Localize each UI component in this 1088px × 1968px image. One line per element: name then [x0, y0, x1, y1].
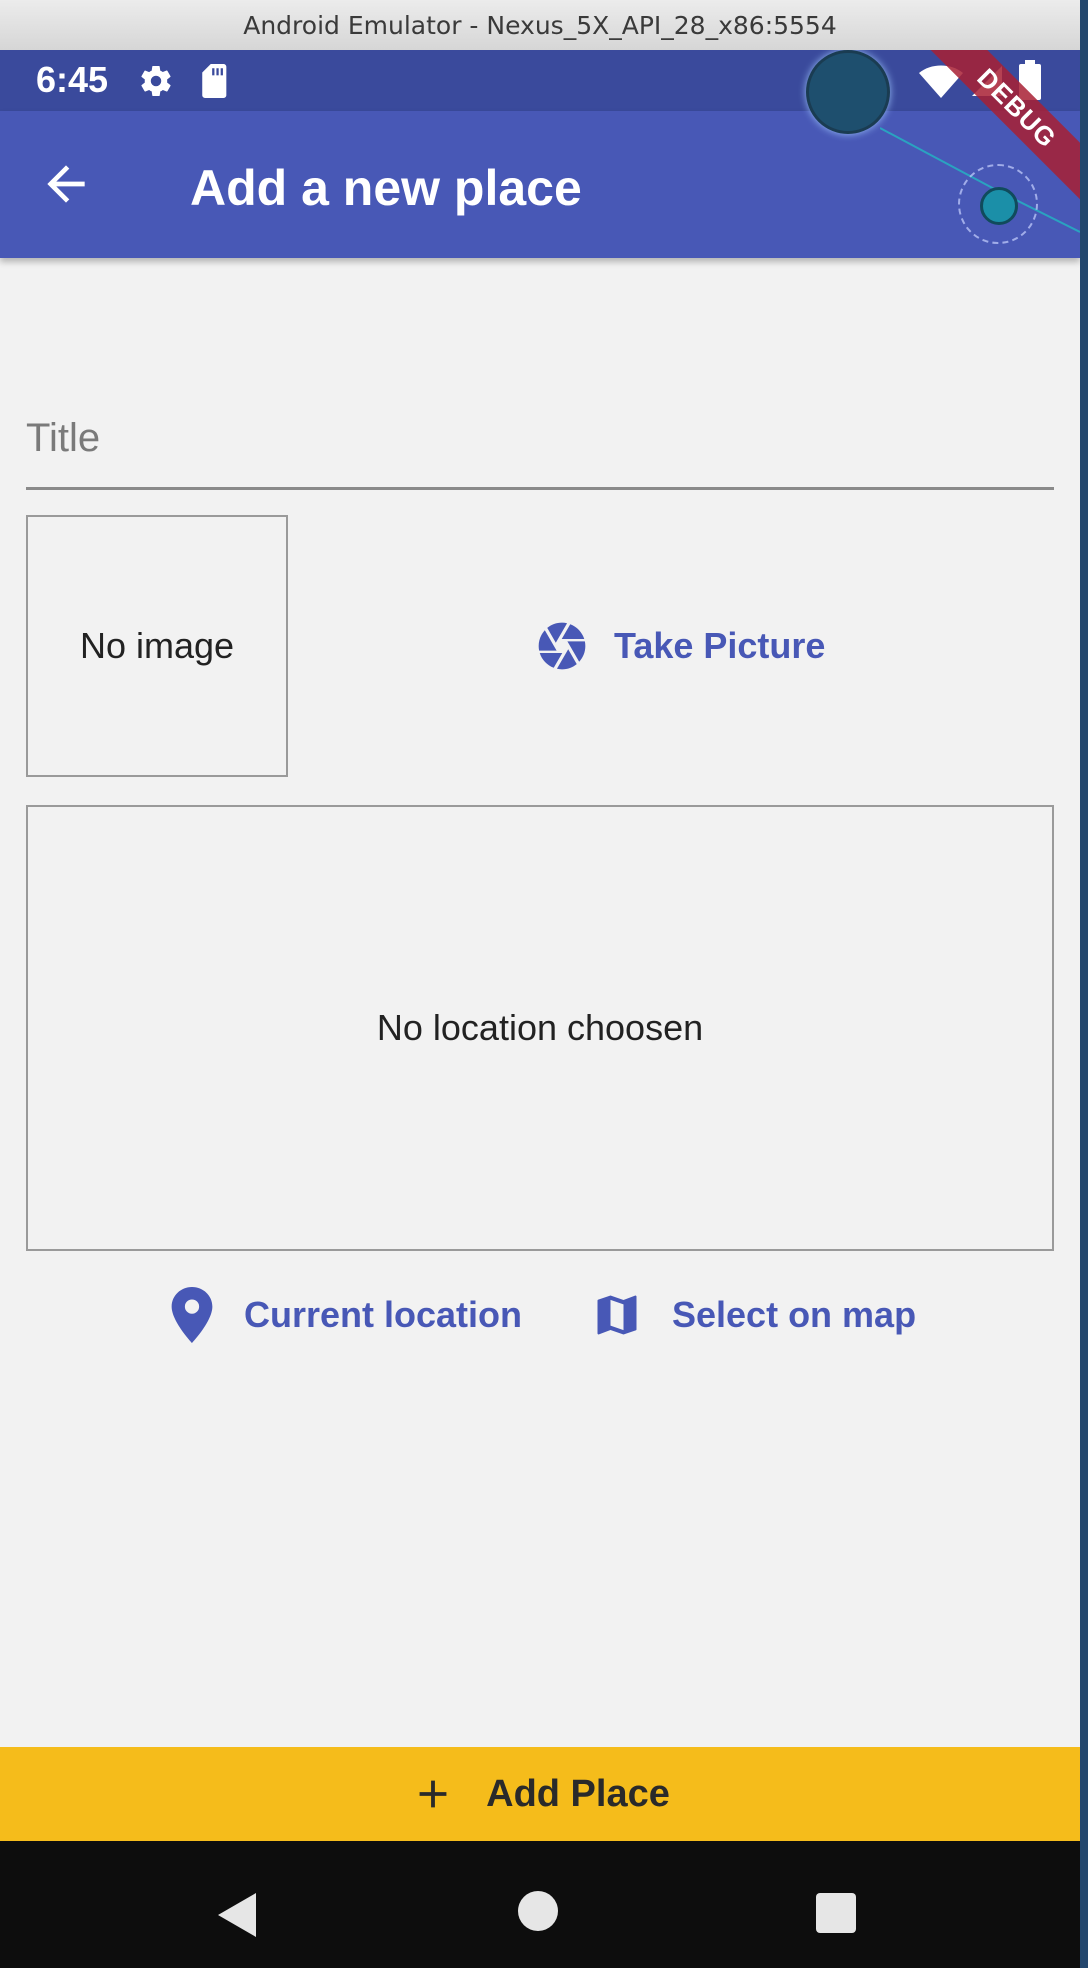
- location-pin-icon: [171, 1287, 213, 1343]
- plus-icon: [419, 1780, 447, 1808]
- camera-icon: [538, 622, 586, 670]
- take-picture-label: Take Picture: [614, 625, 826, 666]
- take-picture-button[interactable]: Take Picture: [534, 611, 825, 681]
- status-bar: 6:45: [0, 50, 1080, 111]
- location-preview-empty-text: No location choosen: [376, 1007, 704, 1048]
- select-on-map-label: Select on map: [672, 1294, 917, 1335]
- back-arrow-icon[interactable]: [38, 156, 94, 212]
- nav-recents-icon[interactable]: [816, 1893, 856, 1933]
- title-field: [26, 350, 1054, 490]
- touch-target-dot: [980, 187, 1018, 225]
- sd-card-icon: [202, 64, 227, 98]
- emulator-window-title: Android Emulator - Nexus_5X_API_28_x86:5…: [243, 10, 837, 40]
- system-nav-bar: [0, 1841, 1080, 1968]
- title-input[interactable]: [26, 350, 1054, 488]
- page-title: Add a new place: [190, 160, 582, 216]
- title-underline: [26, 487, 1054, 490]
- device-screen: 6:45 Add a new place DEBUG Title No imag…: [0, 50, 1080, 1968]
- location-preview: No location choosen: [26, 805, 1054, 1251]
- image-preview-empty-text: No image: [79, 625, 235, 666]
- current-location-button[interactable]: Current location: [170, 1280, 522, 1350]
- current-location-label: Current location: [244, 1294, 523, 1335]
- add-place-button[interactable]: Add Place: [0, 1747, 1080, 1841]
- status-time: 6:45: [36, 59, 109, 100]
- nav-back-icon[interactable]: [216, 1891, 260, 1939]
- floating-touch-indicator: [806, 50, 890, 134]
- image-preview: No image: [26, 515, 288, 777]
- settings-gear-icon: [141, 66, 171, 97]
- nav-home-icon[interactable]: [518, 1891, 558, 1931]
- add-place-label: Add Place: [486, 1772, 670, 1815]
- emulator-titlebar: Android Emulator - Nexus_5X_API_28_x86:5…: [0, 0, 1080, 51]
- app-bar: Add a new place: [0, 111, 1080, 258]
- map-icon: [597, 1295, 637, 1335]
- select-on-map-button[interactable]: Select on map: [590, 1280, 916, 1350]
